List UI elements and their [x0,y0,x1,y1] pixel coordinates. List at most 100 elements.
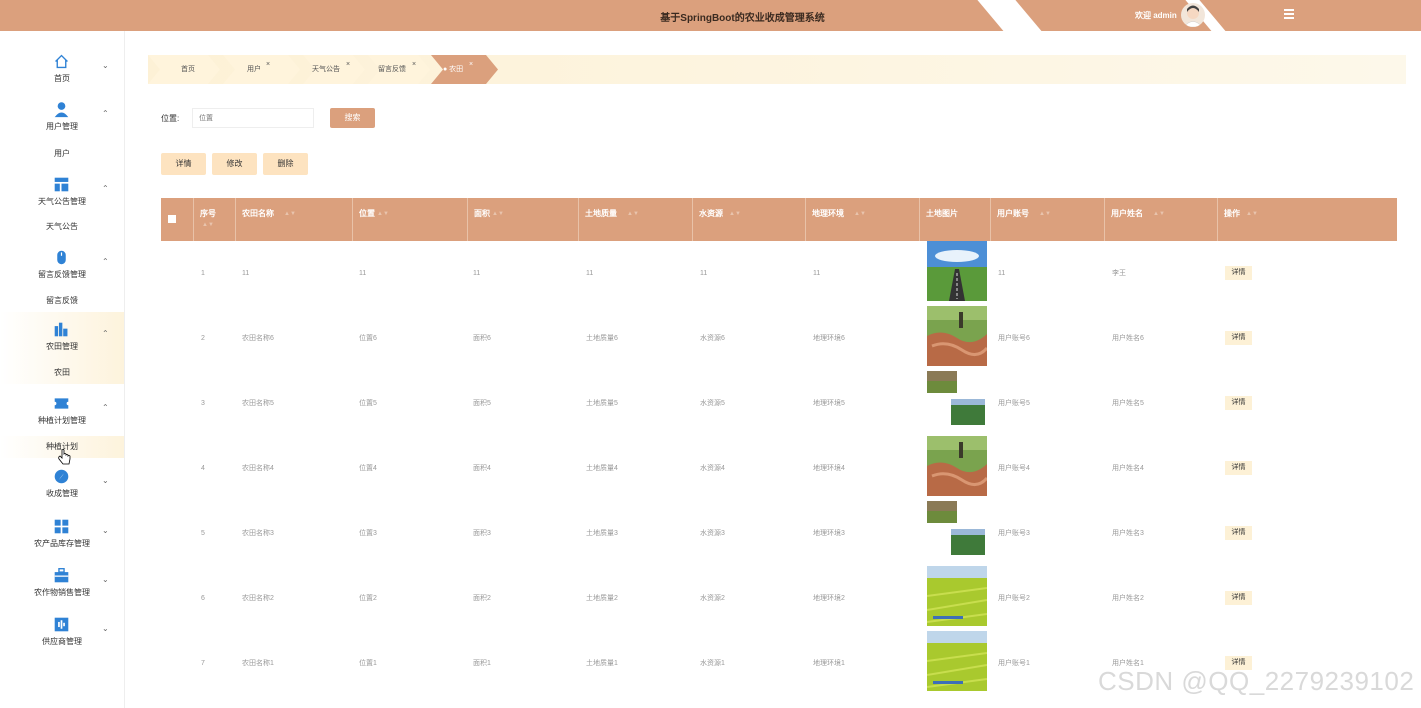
table-row[interactable]: 3 农田名称5 位置5 面积5 土地质量5 水资源5 地理环境5 用户账号5 用户姓名5 详情 [161,371,1397,436]
header-select-all [161,198,194,241]
menu-toggle-icon[interactable] [1284,9,1294,19]
cell-name: 农田名称6 [242,335,274,342]
row-detail-button[interactable]: 详情 [1225,331,1252,345]
cell-location: 位置4 [359,465,377,472]
tab-farmland[interactable]: ● 农田 [443,55,463,84]
close-icon[interactable]: × [412,50,416,79]
cell-quality: 土地质量6 [586,335,618,342]
header-cell[interactable]: 用户姓名 ▲▼ [1105,198,1218,241]
cell-account: 用户账号4 [998,465,1030,472]
row-detail-button[interactable]: 详情 [1225,461,1252,475]
sidebar-item-supplier-management[interactable]: 供应商管理 ⌄ [0,616,124,666]
cell-env: 地理环境6 [813,335,845,342]
sidebar-item-label: 农产品库存管理 [34,539,90,548]
sidebar-subitem-user[interactable]: 用户 [0,143,124,165]
close-icon[interactable]: × [266,50,270,79]
header-cell[interactable]: 农田名称 ▲▼ [236,198,353,241]
tab-home[interactable]: 首页 [181,55,195,84]
sidebar-item-home[interactable]: 首页 ⌄ [0,53,124,103]
cell-username: 用户姓名5 [1112,400,1144,407]
header-cell[interactable]: 水资源 ▲▼ [693,198,806,241]
cell-username: 用户姓名4 [1112,465,1144,472]
cell-username: 用户姓名3 [1112,530,1144,537]
cell-water: 水资源4 [700,465,725,472]
chevron-down-icon: ⌄ [102,624,109,633]
cell-account: 用户账号1 [998,660,1030,667]
delete-button[interactable]: 删除 [263,153,308,175]
cell-name: 农田名称5 [242,400,274,407]
mouse-icon [57,250,66,265]
bar-icon [54,617,69,632]
cell-quality: 土地质量2 [586,595,618,602]
sidebar-item-label: 种植计划管理 [38,416,86,425]
sidebar-item-sales-management[interactable]: 农作物销售管理 ⌄ [0,567,124,617]
table-row[interactable]: 5 农田名称3 位置3 面积3 土地质量3 水资源3 地理环境3 用户账号3 用户姓名3 详情 [161,501,1397,566]
search-button[interactable]: 搜索 [330,108,375,128]
cell-area: 面积5 [473,400,491,407]
cell-water: 水资源2 [700,595,725,602]
cell-area: 面积4 [473,465,491,472]
cell-account: 用户账号5 [998,400,1030,407]
close-icon[interactable]: × [469,50,473,79]
table-row[interactable]: 1 11 11 11 11 11 11 11 李王 详情 [161,241,1397,306]
table-row[interactable]: 4 农田名称4 位置4 面积4 土地质量4 水资源4 地理环境4 用户账号4 用户姓名4 详情 [161,436,1397,501]
sidebar-item-label: 首页 [54,74,70,83]
row-detail-button[interactable]: 详情 [1225,526,1252,540]
detail-button[interactable]: 详情 [161,153,206,175]
header-cell[interactable]: 土地质量 ▲▼ [579,198,693,241]
avatar[interactable] [1181,3,1205,27]
sidebar-subitem-farmland[interactable]: 农田 [0,362,124,384]
cell-env: 地理环境1 [813,660,845,667]
cell-name: 农田名称1 [242,660,274,667]
header-cell[interactable]: 用户账号 ▲▼ [991,198,1105,241]
cell-env: 地理环境4 [813,465,845,472]
cell-no: 2 [201,335,205,342]
cell-env: 11 [813,270,821,277]
cell-area: 面积2 [473,595,491,602]
row-detail-button[interactable]: 详情 [1225,396,1252,410]
close-icon[interactable]: × [346,50,350,79]
row-detail-button[interactable]: 详情 [1225,591,1252,605]
row-detail-button[interactable]: 详情 [1225,266,1252,280]
cell-account: 用户账号2 [998,595,1030,602]
cell-no: 4 [201,465,205,472]
cell-no: 7 [201,660,205,667]
sidebar-item-label: 供应商管理 [42,637,82,646]
search-input[interactable] [192,108,314,128]
chevron-down-icon: ⌄ [102,476,109,485]
edit-button[interactable]: 修改 [212,153,257,175]
cell-area: 面积1 [473,660,491,667]
header-cell[interactable]: 地理环境 ▲▼ [806,198,920,241]
cell-area: 面积3 [473,530,491,537]
tab-user[interactable]: 用户 [247,55,261,84]
cell-name: 11 [242,270,250,277]
user-icon [54,102,69,118]
cell-location: 11 [359,270,367,277]
welcome-text: 欢迎 admin [1135,11,1177,20]
compass-icon [54,469,69,484]
cell-location: 位置3 [359,530,377,537]
table-row[interactable]: 2 农田名称6 位置6 面积6 土地质量6 水资源6 地理环境6 用户账号6 用户姓名6 详情 [161,306,1397,371]
sidebar-subitem-feedback[interactable]: 留言反馈 [0,290,124,312]
home-icon [55,54,68,69]
table-row[interactable]: 6 农田名称2 位置2 面积2 土地质量2 水资源2 地理环境2 用户账号2 用户姓名2 详情 [161,566,1397,631]
tab-feedback[interactable]: 留言反馈 [378,55,406,84]
sidebar-item-inventory-management[interactable]: 农产品库存管理 ⌄ [0,518,124,568]
header-cell[interactable]: 面积 ▲▼ [468,198,579,241]
land-image [926,631,988,691]
tab-weather[interactable]: 天气公告 [312,55,340,84]
select-all-checkbox[interactable] [168,215,176,223]
cell-account: 用户账号3 [998,530,1030,537]
sidebar-subitem-weather[interactable]: 天气公告 [0,216,124,238]
cell-location: 位置1 [359,660,377,667]
sidebar-item-label: 收成管理 [46,489,78,498]
top-header: 基于SpringBoot的农业收成管理系统 欢迎 admin [0,0,1421,31]
land-image [927,306,989,366]
header-cell[interactable]: 位置 ▲▼ [353,198,468,241]
chevron-up-icon: ⌃ [102,184,109,193]
header-cell[interactable]: 序号 ▲▼ [194,198,236,241]
chart-icon [54,322,68,337]
header-cell[interactable]: 土地图片 [920,198,991,241]
sidebar-item-harvest-management[interactable]: 收成管理 ⌄ [0,468,124,518]
cell-location: 位置6 [359,335,377,342]
